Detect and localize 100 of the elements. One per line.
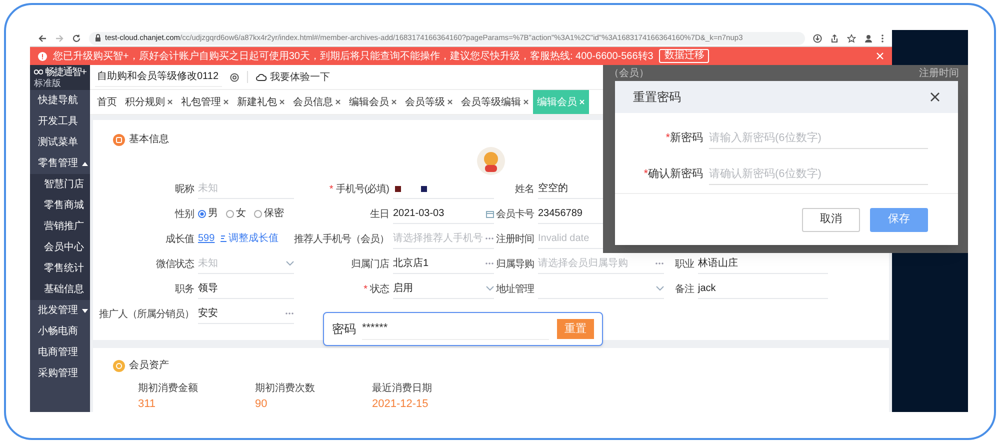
field-label: 注册时间 — [496, 232, 534, 246]
sidebar-subitem[interactable]: 营销推广 — [30, 216, 90, 237]
close-icon[interactable] — [223, 99, 229, 105]
field-label: 姓名 — [515, 182, 534, 196]
settings-icon[interactable] — [230, 72, 239, 82]
required-mark: * — [329, 182, 333, 196]
radio-icon[interactable] — [198, 210, 206, 218]
lock-icon — [95, 34, 101, 42]
profile-icon[interactable] — [864, 34, 873, 42]
badge-icon — [113, 360, 125, 372]
radio-option[interactable]: 保密 — [254, 206, 284, 221]
owl-icon — [34, 68, 44, 76]
cancel-button[interactable]: 取消 — [802, 208, 860, 232]
close-icon[interactable] — [279, 99, 285, 105]
adjust-link[interactable]: 调整成长值 — [220, 231, 279, 246]
section-title: 基本信息 — [129, 132, 169, 147]
password-field[interactable]: 请确认新密码(6位数字) — [709, 163, 928, 185]
field-label: 职务 — [175, 282, 194, 296]
input-field[interactable]: 林语山庄 — [698, 254, 828, 274]
field-label: 确认新密码 — [648, 166, 703, 182]
calendar-icon — [486, 210, 494, 218]
select-field[interactable]: 启用 — [393, 279, 494, 299]
close-icon[interactable] — [930, 92, 940, 102]
close-icon[interactable] — [391, 99, 397, 105]
tab[interactable]: 积分规则 — [121, 90, 177, 114]
required-mark: * — [666, 130, 670, 146]
radio-icon[interactable] — [226, 210, 234, 218]
sidebar-item[interactable]: 零售管理 — [30, 153, 90, 174]
field-label: 成长值 — [166, 232, 194, 246]
field-label: 备注 — [675, 282, 694, 296]
sidebar-subitem[interactable]: 零售统计 — [30, 258, 90, 279]
field-label: 密码 — [332, 321, 357, 338]
growth-link[interactable]: 599 — [198, 231, 215, 246]
input-field[interactable]: 北京店1 — [393, 254, 494, 274]
required-mark: * — [644, 166, 648, 182]
try-link[interactable]: 我要体验一下 — [256, 70, 330, 84]
tab[interactable]: 首页 — [93, 90, 121, 114]
field-label: 昵称 — [175, 182, 194, 196]
account-select[interactable]: 自助购和会员等级修改0112 — [95, 67, 222, 87]
more-icon[interactable] — [881, 34, 884, 42]
stat-label: 期初消费金额 — [138, 382, 199, 396]
required-mark: * — [364, 282, 367, 296]
sidebar-item[interactable]: 开发工具 — [30, 111, 90, 132]
input-field[interactable]: 2021-03-03 — [393, 204, 494, 224]
sidebar-item[interactable]: 小畅电商 — [30, 321, 90, 342]
sidebar-subitem[interactable]: 智慧门店 — [30, 174, 90, 195]
sidebar-item[interactable]: 快捷导航 — [30, 90, 90, 111]
close-icon[interactable] — [523, 99, 529, 105]
field-label: 职业 — [675, 258, 694, 272]
logo-name: 畅捷通智+ — [45, 66, 86, 78]
stat-value: 311 — [138, 398, 157, 410]
input-field[interactable]: 领导 — [198, 279, 294, 299]
sidebar-subitem[interactable]: 会员中心 — [30, 237, 90, 258]
tab[interactable]: 会员信息 — [289, 90, 345, 114]
password-field[interactable]: 请输入新密码(6位数字) — [709, 127, 928, 149]
tab[interactable]: 编辑会员 — [345, 90, 401, 114]
input-field[interactable]: jack — [698, 279, 828, 299]
sidebar-item[interactable]: 测试菜单 — [30, 132, 90, 153]
back-icon[interactable] — [38, 34, 47, 42]
field-label: 地址管理 — [496, 282, 534, 296]
sidebar-item[interactable]: 采购管理 — [30, 363, 90, 384]
backdrop-text: （会员） — [609, 67, 649, 81]
backdrop-text: 注册时间 — [919, 66, 959, 81]
reload-icon[interactable] — [72, 34, 81, 42]
radio-icon[interactable] — [254, 210, 262, 218]
star-icon[interactable] — [847, 34, 856, 42]
field-label: 会员卡号 — [496, 208, 534, 222]
download-icon[interactable] — [813, 34, 822, 42]
sidebar-item[interactable]: 批发管理 — [30, 300, 90, 321]
close-icon[interactable] — [167, 99, 173, 105]
tab[interactable]: 礼包管理 — [177, 90, 233, 114]
field-label: 新密码 — [670, 130, 703, 146]
sidebar-subitem[interactable]: 基础信息 — [30, 279, 90, 300]
banner-message: 您已升级购买智+，原好会计账户自购买之日起可使用30天，到期后将只能查询不能操作，建议您尽快升级，客服热线: 400-6600-566转3 — [53, 50, 654, 64]
sidebar-subitem[interactable]: 零售商城 — [30, 195, 90, 216]
close-icon[interactable] — [335, 99, 341, 105]
stat-value: 90 — [255, 398, 268, 410]
tab[interactable]: 新建礼包 — [233, 90, 289, 114]
field-label: 归属门店 — [351, 258, 389, 272]
stat-value: 2021-12-15 — [372, 398, 430, 410]
cloud-icon — [256, 74, 267, 80]
radio-option[interactable]: 女 — [226, 206, 246, 221]
sidebar-item[interactable]: 电商管理 — [30, 342, 90, 363]
close-icon[interactable] — [447, 99, 453, 105]
field-label: 推荐人手机号（会员） — [294, 232, 389, 246]
logo-edition: 标准版 — [34, 78, 62, 88]
field-label: 生日 — [370, 208, 389, 222]
field-label: 归属导购 — [496, 258, 534, 272]
password-field[interactable]: ****** — [362, 318, 549, 340]
tab[interactable]: 会员等级 — [401, 90, 457, 114]
tab[interactable]: 会员等级编辑 — [457, 90, 533, 114]
dialog-title: 重置密码 — [633, 89, 681, 106]
stat-label: 最近消费日期 — [372, 382, 433, 396]
avatar-icon — [477, 147, 505, 175]
stat-label: 期初消费次数 — [255, 382, 316, 396]
input-field[interactable]: 安安 — [198, 304, 294, 324]
radio-option[interactable]: 男 — [198, 206, 218, 221]
section-title: 会员资产 — [129, 358, 169, 373]
share-icon[interactable] — [830, 34, 839, 42]
field-label: 推广人（所属分销员） — [99, 308, 194, 322]
